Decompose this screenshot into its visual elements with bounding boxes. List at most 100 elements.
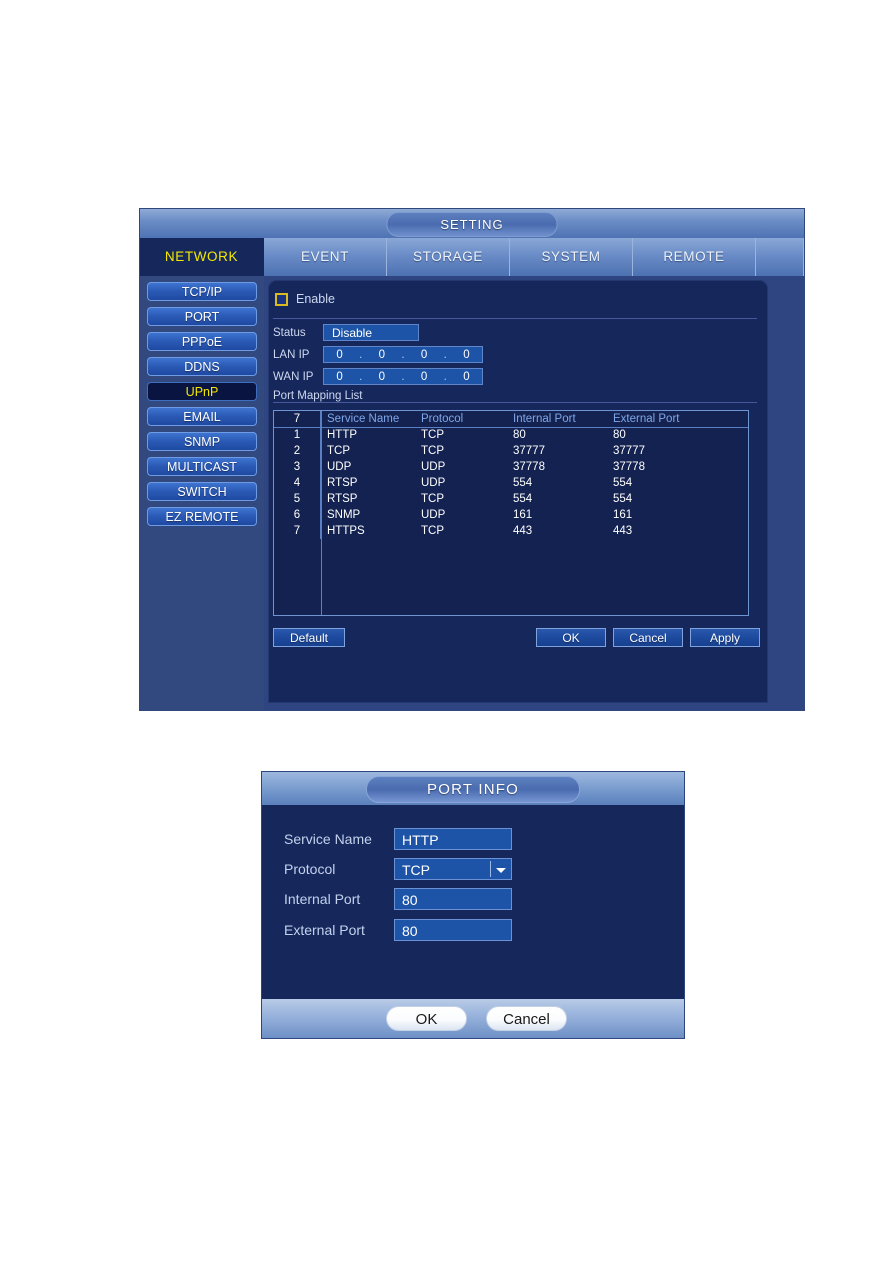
row-service-name: SNMP: [327, 509, 361, 521]
window-body: TCP/IP PORT PPPoE DDNS UPnP EMAIL SNMP M…: [140, 276, 804, 710]
dialog-internal-port-row: Internal Port 80: [284, 887, 512, 910]
row-external-port: 37777: [613, 445, 645, 457]
row-index: 7: [274, 523, 321, 539]
dialog-service-name-input[interactable]: HTTP: [394, 827, 512, 850]
sidebar-item-port[interactable]: PORT: [147, 307, 257, 326]
wan-ip-field[interactable]: 0 . 0 . 0 . 0: [323, 368, 483, 385]
header-index: 7: [274, 411, 321, 427]
dialog-service-name-row: Service Name HTTP: [284, 827, 512, 850]
lan-ip-octet-3: 0: [420, 348, 428, 361]
tab-event[interactable]: EVENT: [264, 238, 387, 276]
dialog-protocol-label: Protocol: [284, 860, 336, 877]
header-external-port: External Port: [613, 413, 680, 425]
lan-ip-field[interactable]: 0 . 0 . 0 . 0: [323, 346, 483, 363]
row-index: 5: [274, 491, 321, 507]
dialog-external-port-label: External Port: [284, 921, 365, 938]
ok-button[interactable]: OK: [536, 628, 606, 647]
dialog-external-port-row: External Port 80: [284, 918, 512, 941]
row-external-port: 554: [613, 493, 633, 505]
header-internal-port: Internal Port: [513, 413, 576, 425]
lan-ip-row: LAN IP 0 . 0 . 0 . 0: [273, 346, 483, 363]
row-index: 3: [274, 459, 321, 475]
row-service-name: HTTP: [327, 429, 358, 441]
row-protocol: TCP: [421, 525, 444, 537]
row-external-port: 443: [613, 525, 633, 537]
sidebar-item-upnp[interactable]: UPnP: [147, 382, 257, 401]
wan-ip-dot-3: .: [443, 370, 447, 383]
table-row[interactable]: 7 HTTPS TCP 443 443: [274, 523, 748, 539]
row-internal-port: 37777: [513, 445, 545, 457]
sidebar-item-switch[interactable]: SWITCH: [147, 482, 257, 501]
status-value: Disable: [323, 324, 419, 341]
row-external-port: 554: [613, 477, 633, 489]
dialog-external-port-input[interactable]: 80: [394, 918, 512, 941]
dialog-protocol-value: TCP: [402, 861, 430, 878]
apply-button[interactable]: Apply: [690, 628, 760, 647]
sidebar-item-pppoe[interactable]: PPPoE: [147, 332, 257, 351]
dialog-protocol-select[interactable]: TCP: [394, 857, 512, 880]
status-row: Status Disable: [273, 324, 419, 341]
lan-ip-octet-4: 0: [463, 348, 470, 361]
sidebar-item-email[interactable]: EMAIL: [147, 407, 257, 426]
wan-ip-octet-4: 0: [463, 370, 470, 383]
sidebar-item-ddns[interactable]: DDNS: [147, 357, 257, 376]
lan-ip-dot-1: .: [359, 348, 363, 361]
row-internal-port: 554: [513, 493, 533, 505]
tab-system[interactable]: SYSTEM: [510, 238, 633, 276]
table-header-divider: [274, 427, 748, 428]
table-row[interactable]: 5 RTSP TCP 554 554: [274, 491, 748, 507]
sidebar-item-multicast[interactable]: MULTICAST: [147, 457, 257, 476]
row-index: 1: [274, 427, 321, 443]
row-external-port: 161: [613, 509, 633, 521]
row-internal-port: 161: [513, 509, 533, 521]
port-info-dialog: PORT INFO Service Name HTTP Protocol TCP…: [262, 772, 684, 1038]
main-tab-bar: NETWORK EVENT STORAGE SYSTEM REMOTE: [140, 238, 804, 276]
enable-row: Enable: [275, 292, 335, 306]
table-header-row: 7 Service Name Protocol Internal Port Ex…: [274, 411, 748, 427]
dialog-cancel-button[interactable]: Cancel: [486, 1006, 567, 1031]
table-row[interactable]: 1 HTTP TCP 80 80: [274, 427, 748, 443]
sidebar-item-snmp[interactable]: SNMP: [147, 432, 257, 451]
dialog-ok-button[interactable]: OK: [386, 1006, 467, 1031]
default-button[interactable]: Default: [273, 628, 345, 647]
sidebar-item-tcpip[interactable]: TCP/IP: [147, 282, 257, 301]
wan-ip-label: WAN IP: [273, 370, 314, 383]
row-service-name: RTSP: [327, 493, 358, 505]
row-index: 6: [274, 507, 321, 523]
table-row[interactable]: 4 RTSP UDP 554 554: [274, 475, 748, 491]
row-protocol: UDP: [421, 509, 446, 521]
divider-port-mapping: [273, 402, 757, 403]
lan-ip-octet-1: 0: [336, 348, 343, 361]
dialog-internal-port-input[interactable]: 80: [394, 887, 512, 910]
table-row[interactable]: 6 SNMP UDP 161 161: [274, 507, 748, 523]
table-row[interactable]: 2 TCP TCP 37777 37777: [274, 443, 748, 459]
port-mapping-table[interactable]: 7 Service Name Protocol Internal Port Ex…: [273, 410, 749, 616]
header-protocol: Protocol: [421, 413, 464, 425]
setting-window: SETTING NETWORK EVENT STORAGE SYSTEM REM…: [140, 209, 804, 710]
tab-remote[interactable]: REMOTE: [633, 238, 756, 276]
cancel-button[interactable]: Cancel: [613, 628, 683, 647]
dialog-internal-port-label: Internal Port: [284, 890, 361, 907]
dialog-service-name-label: Service Name: [284, 830, 372, 847]
row-protocol: TCP: [421, 493, 444, 505]
table-row[interactable]: 3 UDP UDP 37778 37778: [274, 459, 748, 475]
tab-empty-slot: [756, 238, 804, 276]
tab-storage[interactable]: STORAGE: [387, 238, 510, 276]
network-sidebar: TCP/IP PORT PPPoE DDNS UPnP EMAIL SNMP M…: [140, 276, 264, 710]
enable-checkbox[interactable]: [275, 292, 288, 306]
row-protocol: TCP: [421, 429, 444, 441]
dialog-footer: OK Cancel: [262, 999, 684, 1038]
wan-ip-octet-3: 0: [420, 370, 428, 383]
row-external-port: 80: [613, 429, 626, 441]
wan-ip-dot-2: .: [401, 370, 405, 383]
status-label: Status: [273, 326, 306, 339]
lan-ip-octet-2: 0: [378, 348, 386, 361]
sidebar-item-ez-remote[interactable]: EZ REMOTE: [147, 507, 257, 526]
window-title-bar: SETTING: [140, 209, 804, 238]
tab-network[interactable]: NETWORK: [140, 238, 264, 276]
row-protocol: UDP: [421, 477, 446, 489]
select-separator: [490, 860, 491, 877]
dialog-title-bar: PORT INFO: [262, 772, 684, 805]
upnp-content-panel: Enable Status Disable LAN IP 0 . 0 . 0 .…: [268, 280, 768, 703]
dialog-title: PORT INFO: [366, 776, 580, 803]
